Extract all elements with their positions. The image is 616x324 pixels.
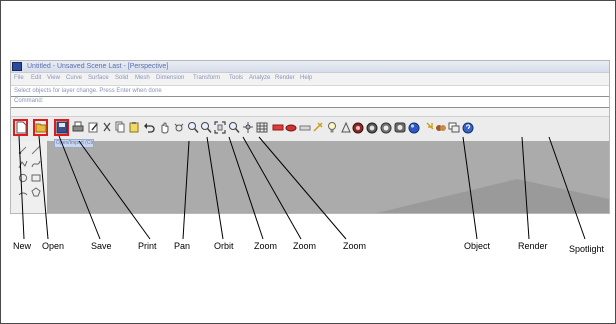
label-zoom-1: Zoom xyxy=(254,241,278,251)
callout-line-save xyxy=(58,135,101,240)
callout-line-orbit xyxy=(206,136,224,240)
callout-line-zoom1 xyxy=(228,136,264,240)
callout-lines xyxy=(18,135,586,240)
callout-line-new xyxy=(18,135,25,240)
figure-frame: Untitled - Unsaved Scene Last - [Perspec… xyxy=(0,0,616,324)
label-object: Object xyxy=(464,241,491,251)
label-pan: Pan xyxy=(174,241,191,251)
label-orbit: Orbit xyxy=(214,241,234,251)
label-save: Save xyxy=(91,241,112,251)
label-render: Render xyxy=(518,241,548,251)
label-spotlight: Spotlight xyxy=(569,244,605,254)
label-zoom-2: Zoom xyxy=(293,241,317,251)
label-open: Open xyxy=(42,241,65,251)
callout-line-pan xyxy=(182,140,190,240)
label-zoom-3: Zoom xyxy=(343,241,367,251)
label-print: Print xyxy=(138,241,157,251)
callout-line-spotlight xyxy=(548,136,586,240)
callout-line-open xyxy=(38,135,49,240)
callout-line-object xyxy=(462,136,478,240)
callout-line-print xyxy=(78,140,151,240)
label-new: New xyxy=(13,241,32,251)
callout-line-render xyxy=(521,136,530,240)
